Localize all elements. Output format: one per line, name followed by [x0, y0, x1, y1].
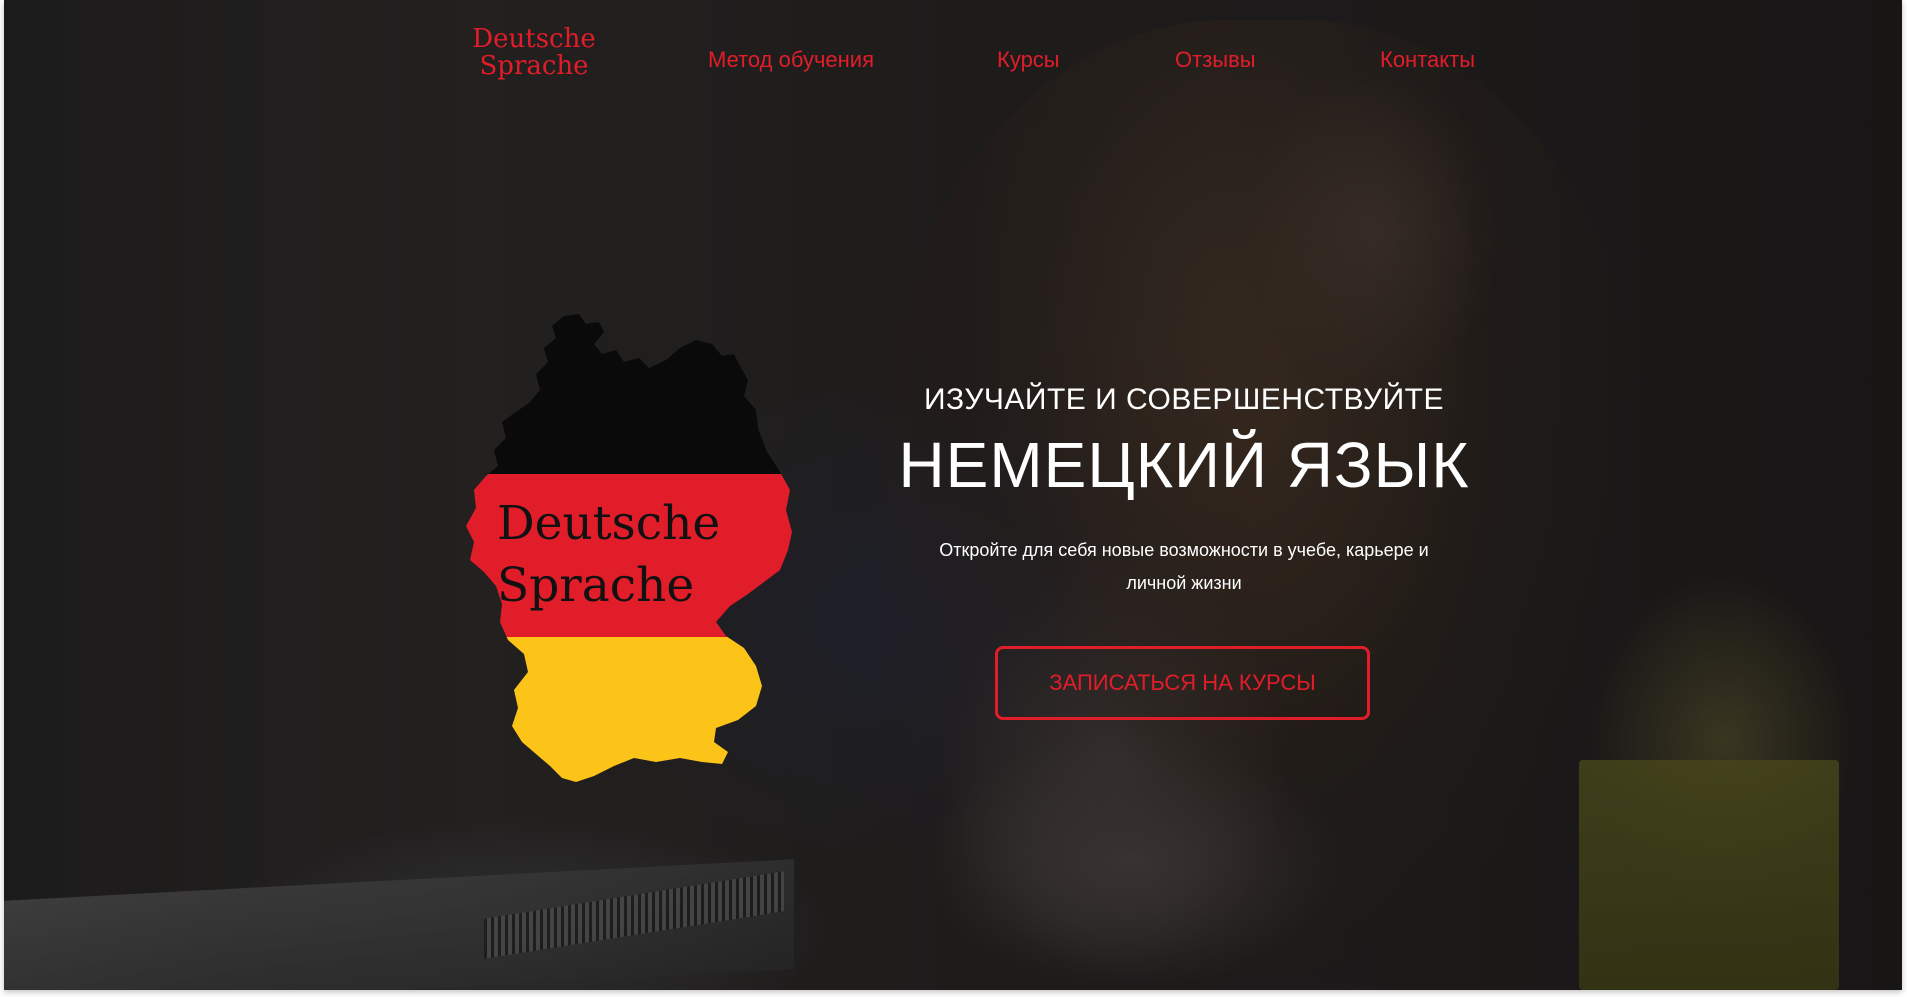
- notebook-image: [4, 859, 794, 990]
- site-logo-line1: Deutsche: [472, 24, 596, 54]
- nav-link-reviews[interactable]: Отзывы: [1175, 47, 1256, 73]
- hero-description: Откройте для себя новые возможности в уч…: [904, 534, 1464, 600]
- nav-link-contacts[interactable]: Контакты: [1380, 47, 1475, 73]
- site-logo[interactable]: Deutsche Sprache: [464, 26, 604, 80]
- hero-description-line2: личной жизни: [1126, 573, 1242, 593]
- nav-link-method[interactable]: Метод обучения: [708, 47, 874, 73]
- enroll-courses-button[interactable]: ЗАПИСАТЬСЯ НА КУРСЫ: [995, 646, 1370, 720]
- nav-link-courses[interactable]: Курсы: [997, 47, 1060, 73]
- map-logo-text: Deutsche Sprache: [497, 493, 720, 617]
- hero-description-line1: Откройте для себя новые возможности в уч…: [939, 540, 1429, 560]
- hero-title: НЕМЕЦКИЙ ЯЗЫК: [898, 429, 1470, 501]
- notebook-spiral: [484, 871, 784, 959]
- pen-cup-image: [1579, 760, 1839, 990]
- hero-subtitle: ИЗУЧАЙТЕ И СОВЕРШЕНСТВУЙТЕ: [923, 383, 1445, 416]
- map-logo-line2: Sprache: [497, 558, 695, 613]
- site-logo-line2: Sprache: [479, 51, 589, 81]
- page-frame: Deutsche Sprache Метод обучения Курсы От…: [4, 0, 1902, 990]
- map-logo-line1: Deutsche: [497, 496, 721, 551]
